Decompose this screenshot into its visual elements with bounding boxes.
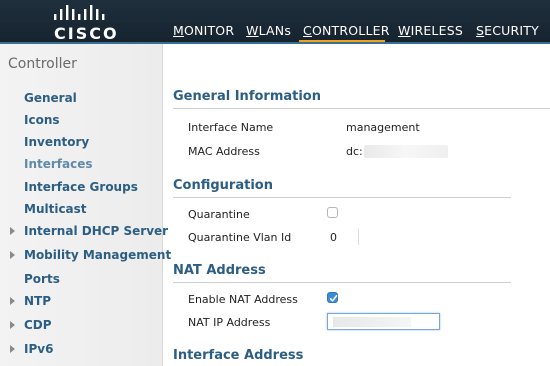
nav-mnemonic: W	[398, 23, 411, 38]
nav-monitor[interactable]: MONITOR	[173, 23, 234, 38]
nav-label: ECURITY	[484, 23, 539, 38]
section-divider	[173, 197, 511, 198]
nat-ip-address-input[interactable]	[327, 313, 440, 330]
section-divider	[173, 282, 511, 283]
nat-ip-address-label: NAT IP Address	[188, 316, 271, 329]
sidebar-item-multicast[interactable]: Multicast	[24, 202, 87, 216]
nav-label: ONITOR	[184, 23, 235, 38]
sidebar-item-mobility-management[interactable]: Mobility Management	[24, 248, 171, 262]
quarantine-vlan-id-label: Quarantine Vlan Id	[188, 231, 292, 244]
nav-wlans[interactable]: WLANs	[246, 23, 291, 38]
expand-arrow-icon[interactable]	[10, 227, 15, 235]
sidebar-item-ports[interactable]: Ports	[24, 272, 60, 286]
nav-label: ONTROLLER	[311, 23, 390, 38]
main-navigation: MONITOR WLANs CONTROLLER WIRELESS SECURI…	[0, 0, 550, 44]
expand-arrow-icon[interactable]	[10, 251, 15, 259]
redacted-ip-address	[333, 317, 411, 327]
nav-mnemonic: M	[173, 23, 184, 38]
sidebar-item-ntp[interactable]: NTP	[24, 294, 51, 308]
sidebar-item-cdp[interactable]: CDP	[24, 318, 52, 332]
expand-arrow-icon[interactable]	[10, 297, 15, 305]
mac-address-value: dc:	[346, 145, 363, 158]
section-divider	[173, 108, 550, 109]
interface-name-value: management	[346, 121, 420, 134]
nav-wireless[interactable]: WIRELESS	[398, 23, 463, 38]
sidebar-item-icons[interactable]: Icons	[24, 113, 60, 127]
nav-mnemonic: W	[246, 23, 259, 38]
section-title-general-information: General Information	[173, 89, 321, 104]
redacted-mac-address	[364, 145, 448, 158]
section-title-interface-address: Interface Address	[173, 348, 304, 363]
interface-name-label: Interface Name	[188, 121, 274, 134]
sidebar-title: Controller	[8, 56, 77, 72]
expand-arrow-icon[interactable]	[10, 321, 15, 329]
mac-address-label: MAC Address	[188, 145, 260, 158]
quarantine-checkbox[interactable]	[327, 207, 338, 218]
expand-arrow-icon[interactable]	[10, 345, 15, 353]
nav-security[interactable]: SECURITY	[476, 23, 539, 38]
section-title-configuration: Configuration	[173, 178, 273, 193]
enable-nat-address-checkbox[interactable]	[327, 292, 338, 303]
section-title-nat-address: NAT Address	[173, 263, 266, 278]
sidebar-item-interface-groups[interactable]: Interface Groups	[24, 180, 138, 194]
nav-label: IRELESS	[410, 23, 463, 38]
quarantine-label: Quarantine	[188, 208, 250, 221]
sidebar-item-inventory[interactable]: Inventory	[24, 135, 89, 149]
top-navigation-bar: CISCO MONITOR WLANs CONTROLLER WIRELESS …	[0, 0, 550, 44]
sidebar-item-interfaces[interactable]: Interfaces	[24, 157, 93, 171]
nav-label: LANs	[258, 23, 292, 38]
sidebar-item-internal-dhcp-server[interactable]: Internal DHCP Server	[24, 224, 168, 238]
nav-controller[interactable]: CONTROLLER	[303, 23, 390, 38]
enable-nat-address-label: Enable NAT Address	[188, 293, 298, 306]
nav-mnemonic: C	[303, 23, 312, 38]
sidebar-item-general[interactable]: General	[24, 91, 77, 105]
vlan-input-border	[358, 229, 359, 245]
sidebar-item-ipv6[interactable]: IPv6	[24, 342, 53, 356]
quarantine-vlan-id-input[interactable]: 0	[330, 231, 337, 244]
sidebar: Controller General Icons Inventory Inter…	[0, 44, 171, 366]
nav-mnemonic: S	[476, 23, 485, 38]
checkmark-icon	[329, 295, 338, 302]
